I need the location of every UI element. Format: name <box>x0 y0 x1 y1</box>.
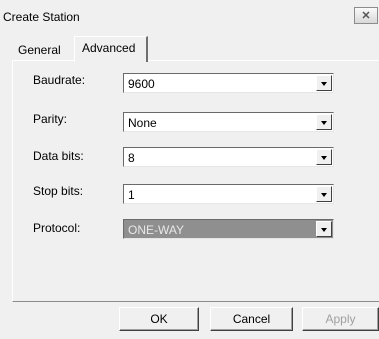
tab-advanced[interactable]: Advanced <box>74 36 148 62</box>
chevron-down-icon <box>321 193 327 197</box>
advanced-panel: Baudrate: 9600 Parity: None Data bits: 8… <box>12 60 379 302</box>
apply-button[interactable]: Apply <box>302 307 379 331</box>
parity-select[interactable]: None <box>123 112 334 132</box>
stop-bits-select[interactable]: 1 <box>123 184 334 204</box>
parity-value: None <box>128 116 157 130</box>
tab-advanced-label: Advanced <box>82 41 136 55</box>
chevron-down-icon <box>321 82 327 86</box>
data-bits-select[interactable]: 8 <box>123 147 334 167</box>
title-bar: Create Station ✕ <box>0 0 379 33</box>
chevron-down-icon <box>321 228 327 232</box>
window-title: Create Station <box>3 10 80 24</box>
tab-general-label: General <box>18 43 61 57</box>
tab-general[interactable]: General <box>18 43 61 57</box>
baudrate-select[interactable]: 9600 <box>123 73 334 93</box>
stop-bits-value: 1 <box>128 188 135 202</box>
data-bits-value: 8 <box>128 151 135 165</box>
protocol-select[interactable]: ONE-WAY <box>123 219 334 239</box>
protocol-value: ONE-WAY <box>128 223 184 237</box>
data-bits-label: Data bits: <box>33 149 84 163</box>
create-station-dialog: Create Station ✕ General Advanced Baudra… <box>0 0 379 339</box>
data-bits-dropdown-button[interactable] <box>316 149 332 165</box>
stop-bits-dropdown-button[interactable] <box>316 186 332 202</box>
stop-bits-label: Stop bits: <box>33 184 84 198</box>
chevron-down-icon <box>321 156 327 160</box>
cancel-button[interactable]: Cancel <box>210 307 293 331</box>
close-button[interactable]: ✕ <box>354 7 378 24</box>
close-icon: ✕ <box>361 10 371 22</box>
parity-label: Parity: <box>33 112 68 126</box>
baudrate-dropdown-button[interactable] <box>316 75 332 91</box>
chevron-down-icon <box>321 121 327 125</box>
baudrate-value: 9600 <box>128 77 155 91</box>
baudrate-label: Baudrate: <box>33 73 86 87</box>
protocol-label: Protocol: <box>33 221 81 235</box>
protocol-dropdown-button[interactable] <box>316 221 332 237</box>
ok-button[interactable]: OK <box>119 307 199 331</box>
tab-strip: General Advanced <box>0 33 379 62</box>
parity-dropdown-button[interactable] <box>316 114 332 130</box>
